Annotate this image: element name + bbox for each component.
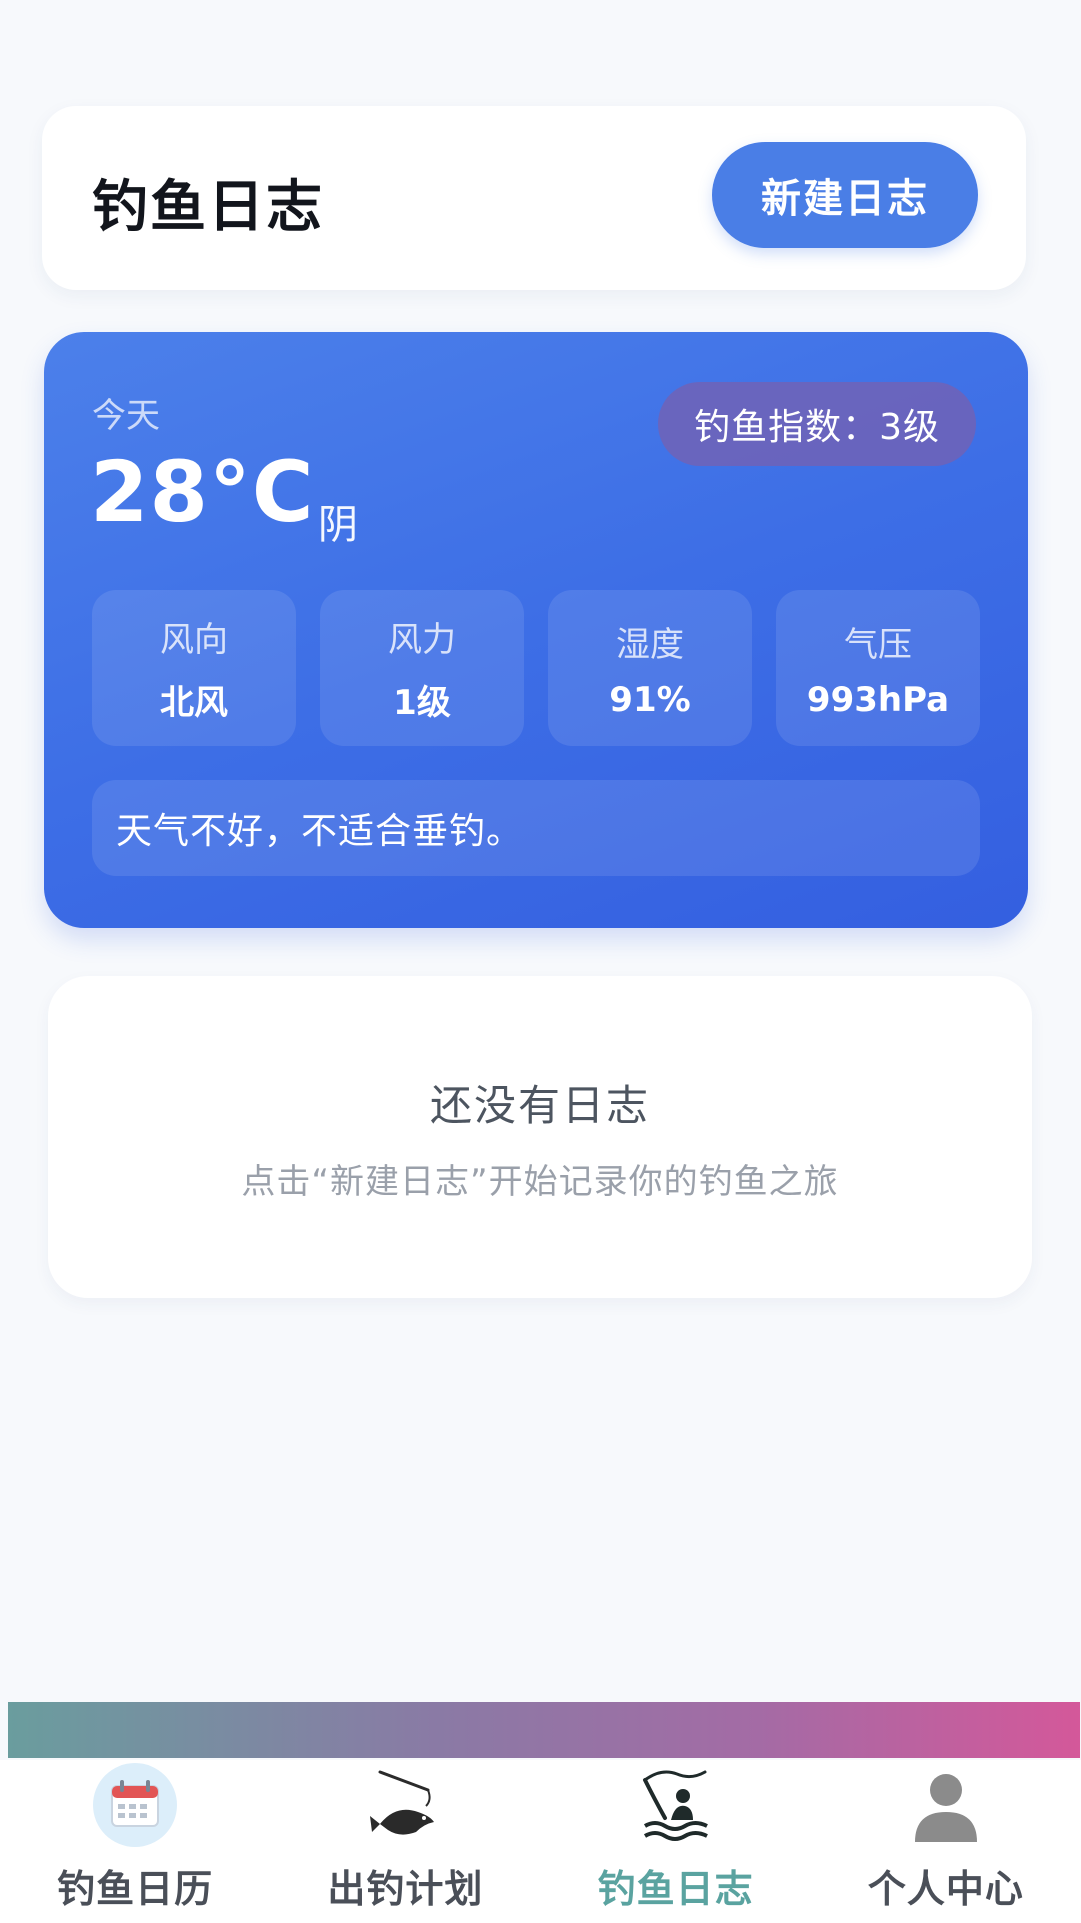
- tab-bar-gradient-strip: [8, 1702, 1080, 1758]
- stat-label: 风力: [388, 620, 456, 660]
- user-icon: [914, 1774, 977, 1842]
- tab-fishing-plan[interactable]: 出钓计划: [270, 1760, 540, 1923]
- stat-label: 湿度: [616, 624, 684, 665]
- calendar-icon: [93, 1763, 178, 1847]
- stat-label: 气压: [844, 624, 912, 665]
- fishing-index-badge: 钓鱼指数：3级: [658, 382, 976, 466]
- stat-value: 993hPa: [806, 679, 950, 720]
- stat-pressure: 气压 993hPa: [776, 590, 980, 746]
- empty-state-card: 还没有日志 点击“新建日志”开始记录你的钓鱼之旅: [48, 976, 1032, 1298]
- tab-fishing-log[interactable]: 钓鱼日志: [541, 1760, 811, 1923]
- stat-wind-force: 风力 1级: [320, 590, 524, 746]
- stat-value: 91%: [609, 679, 691, 720]
- empty-state-subtitle: 点击“新建日志”开始记录你的钓鱼之旅: [241, 1162, 839, 1202]
- bottom-tab-bar: 钓鱼日历 出钓计划 钓鱼日志 个人中心: [0, 1760, 1081, 1923]
- tab-profile[interactable]: 个人中心: [811, 1760, 1081, 1923]
- weather-stats: 风向 北风 风力 1级 湿度 91% 气压 993hPa: [92, 590, 980, 746]
- stat-value: 1级: [393, 683, 451, 723]
- tab-fishing-calendar[interactable]: 钓鱼日历: [0, 1760, 270, 1923]
- tab-label: 个人中心: [867, 1867, 1024, 1911]
- stat-humidity: 湿度 91%: [548, 590, 752, 746]
- tab-label: 出钓计划: [327, 1867, 484, 1911]
- angler-icon: [642, 1770, 708, 1841]
- tab-label: 钓鱼日历: [57, 1867, 214, 1911]
- weather-condition: 阴: [318, 502, 358, 548]
- tab-label: 钓鱼日志: [597, 1867, 754, 1911]
- stat-wind-direction: 风向 北风: [92, 590, 296, 746]
- header-card: 钓鱼日志 新建日志: [42, 106, 1026, 290]
- fishing-advice: 天气不好，不适合垂钓。: [92, 780, 980, 876]
- weather-card: 今天 28°C 阴 钓鱼指数：3级 风向 北风 风力 1级 湿度 91% 气压 …: [44, 332, 1028, 928]
- weather-day-label: 今天: [92, 396, 160, 436]
- empty-state-title: 还没有日志: [429, 1081, 650, 1130]
- stat-label: 风向: [160, 620, 228, 660]
- new-log-button[interactable]: 新建日志: [712, 142, 978, 248]
- fishing-rod-icon: [370, 1770, 435, 1835]
- stat-value: 北风: [160, 683, 228, 723]
- page-title: 钓鱼日志: [92, 175, 324, 240]
- temperature: 28°C: [90, 443, 315, 541]
